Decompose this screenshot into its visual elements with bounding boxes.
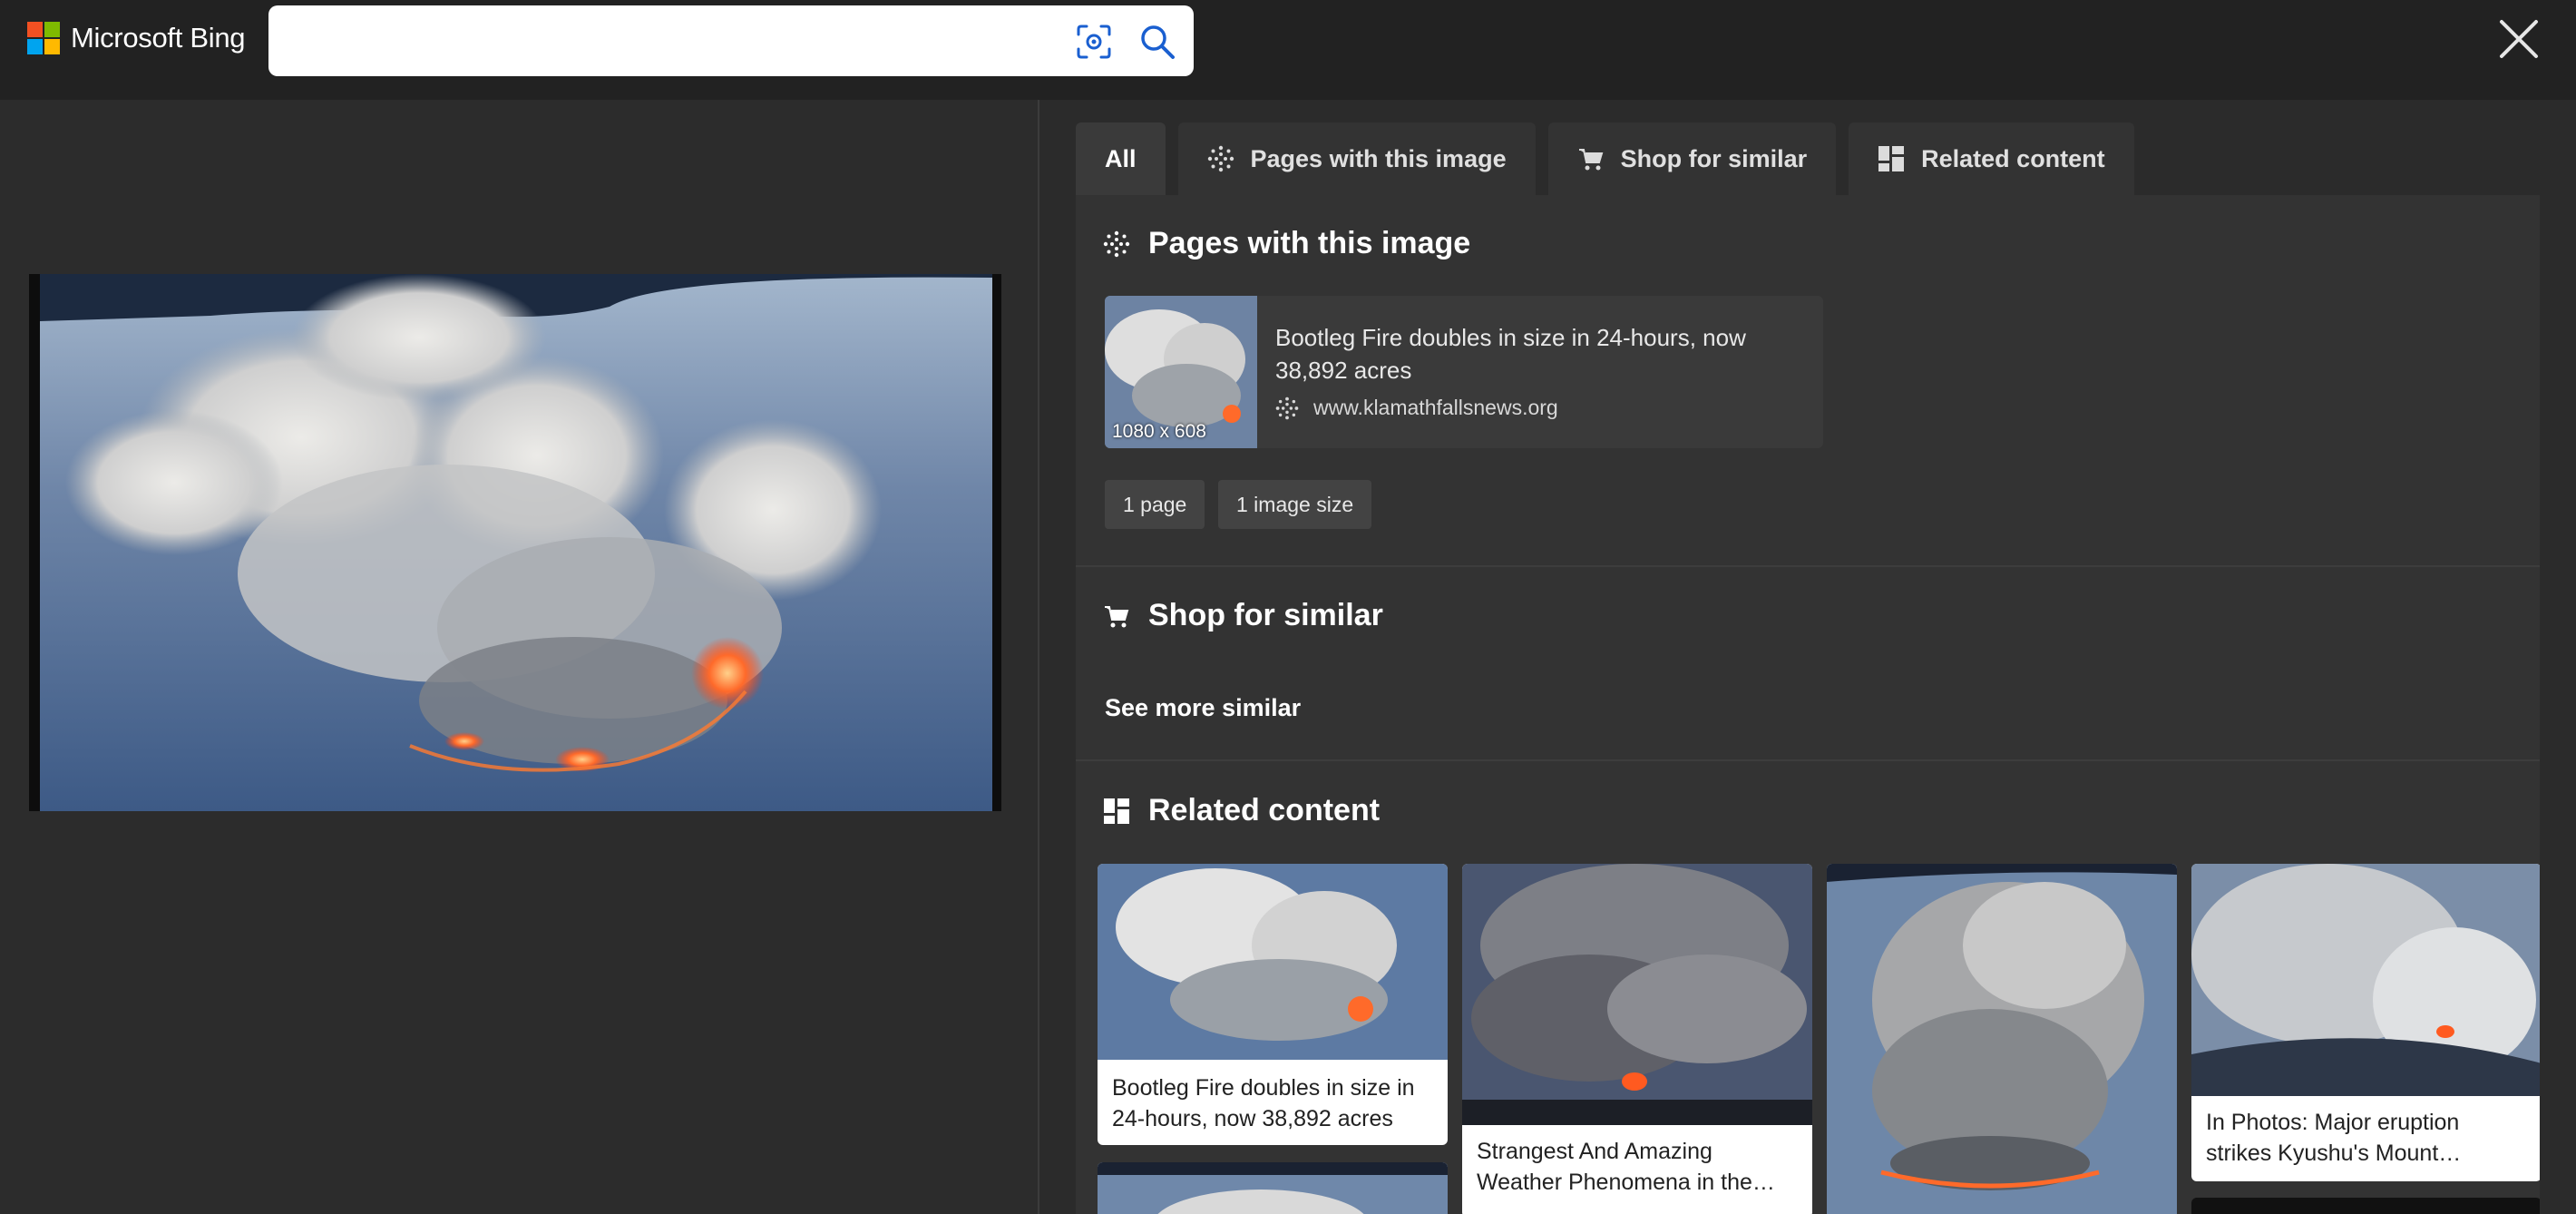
search-input[interactable] [268,5,1194,76]
globe-icon [1275,397,1299,419]
cart-icon [1105,605,1129,627]
page-result-url[interactable]: www.klamathfallsnews.org [1275,396,1558,420]
related-thumbnail [1462,864,1812,1125]
search-icon[interactable] [1139,24,1176,60]
related-caption: Bootleg Fire doubles in size in 24-hours… [1112,1075,1415,1131]
chip-page-count[interactable]: 1 page [1105,480,1205,529]
chip-image-size[interactable]: 1 image size [1218,480,1372,529]
related-caption: In Photos: Major eruption strikes Kyushu… [2206,1110,2462,1166]
related-thumbnail [2191,864,2540,1096]
page-result-title[interactable]: Bootleg Fire doubles in size in 24-hours… [1275,321,1801,387]
pages-section-title: Pages with this image [1103,226,1470,261]
section-divider [1076,565,2540,567]
tab-related-content[interactable]: Related content [1849,122,2134,195]
top-bar: Microsoft Bing [0,0,2576,100]
microsoft-logo-icon [27,22,60,54]
tab-all[interactable]: All [1076,122,1166,195]
insights-content: Pages with this image 1080 x 608 Bootleg… [1076,195,2540,1214]
related-item[interactable]: In Photos: Major eruption strikes Kyushu… [2191,864,2540,1181]
related-thumbnail [1098,864,1448,1060]
main-wildfire-image[interactable] [29,274,1001,811]
page-result-card[interactable]: 1080 x 608 Bootleg Fire doubles in size … [1105,296,1823,448]
close-icon[interactable] [2498,18,2540,60]
tab-shop-for-similar[interactable]: Shop for similar [1547,122,1837,195]
logo-text: Microsoft Bing [71,22,246,54]
page-thumbnail[interactable]: 1080 x 608 [1105,296,1257,448]
related-item[interactable]: Strangest And Amazing Weather Phenomena … [1462,864,1812,1214]
globe-icon [1207,145,1234,172]
related-thumbnail [1098,1162,1448,1214]
related-thumbnail [1827,864,2177,1214]
grid-icon [1878,146,1905,171]
visual-search-icon[interactable] [1076,24,1112,60]
shop-section-title: Shop for similar [1103,598,1383,633]
related-item[interactable]: Bootleg Fire doubles in size in 24-hours… [1098,864,1448,1145]
related-item[interactable] [1098,1162,1448,1214]
section-divider [1076,759,2540,761]
cart-icon [1578,149,1603,171]
related-item[interactable] [1827,864,2177,1214]
globe-icon [1103,230,1130,257]
related-section-title: Related content [1103,793,1380,828]
insights-tabs: All Pages with this image Shop for simil… [1076,122,2134,195]
related-item[interactable] [2191,1198,2540,1214]
thumbnail-size-label: 1080 x 608 [1112,421,1206,442]
bing-logo[interactable]: Microsoft Bing [27,22,246,54]
related-caption: Strangest And Amazing Weather Phenomena … [1477,1139,1775,1195]
grid-icon [1104,798,1129,824]
panel-divider [1038,100,1039,1214]
tab-pages-with-this-image[interactable]: Pages with this image [1177,122,1536,195]
see-more-similar-link[interactable]: See more similar [1105,694,1301,722]
